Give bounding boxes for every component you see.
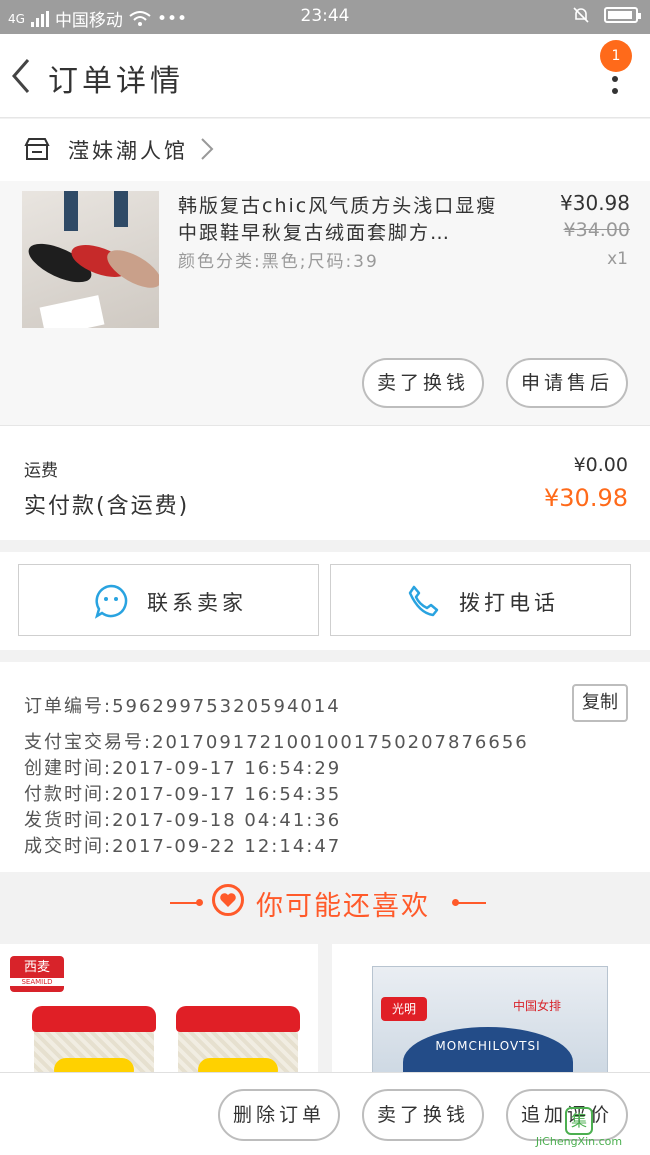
quantity: x1 [607,249,628,269]
product-thumbnail[interactable] [22,191,159,328]
call-phone-button[interactable]: 拨打电话 [330,564,631,636]
heart-icon [212,884,244,916]
order-number[interactable]: 订单编号:59629975320594014 [24,692,341,718]
paid-value: ¥30.98 [544,484,628,512]
after-sales-button[interactable]: 申请售后 [506,358,628,408]
phone-icon [408,585,439,617]
shipping-label: 运费 [24,461,58,481]
page-title: 订单详情 [48,64,184,99]
divider-right [458,902,486,904]
contact-section: 联系卖家 拨打电话 [0,552,650,650]
shop-name: 滢妹潮人馆 [68,139,188,163]
clock: 23:44 [300,6,350,26]
brand-sub: SEAMILD [10,978,64,986]
paid-label: 实付款(含运费) [24,494,190,519]
product-title[interactable]: 韩版复古chic风气质方头浅口显瘦中跟鞋早秋复古绒面套脚方… [178,193,508,247]
contact-seller-label: 联系卖家 [147,591,247,615]
brand-logo: 西麦 SEAMILD [10,956,64,992]
order-info: 订单编号:59629975320594014 复制 支付宝交易号:2017091… [0,662,650,872]
call-phone-label: 拨打电话 [459,591,559,615]
battery-icon [604,7,641,23]
watermark: 集 JiChengXin.com [514,1107,644,1151]
recommend-card[interactable]: 光明 中国女排 MOMCHILOVTSI [332,944,650,1084]
mute-bell-icon [573,7,589,23]
delete-order-button[interactable]: 删除订单 [218,1089,340,1141]
completed-time: 成交时间:2017-09-22 12:14:47 [24,836,342,857]
shop-row[interactable]: 滢妹潮人馆 [0,119,650,181]
paid-time: 付款时间:2017-09-17 16:54:35 [24,784,342,805]
chat-bubble-icon [94,584,128,619]
brand-name: 光明 [381,997,427,1021]
shipped-time: 发货时间:2017-09-18 04:41:36 [24,810,342,831]
product-spec: 颜色分类:黑色;尺码:39 [178,252,379,272]
payment-summary: 运费 ¥0.00 实付款(含运费) ¥30.98 [0,425,650,540]
unit-price: ¥30.98 [560,191,630,215]
copy-button[interactable]: 复制 [572,684,628,722]
brand-sub: 中国女排 [513,999,562,1013]
resell-button-bottom[interactable]: 卖了换钱 [362,1089,484,1141]
chevron-right-icon [201,138,214,160]
product-image: 光明 中国女排 MOMCHILOVTSI [372,966,608,1084]
shipping-value: ¥0.00 [573,454,628,476]
notification-badge: 1 [600,40,632,72]
recommend-header: 你可能还喜欢 [0,872,650,934]
resell-button[interactable]: 卖了换钱 [362,358,484,408]
shoes-image [28,191,159,328]
back-arrow-icon[interactable] [10,58,32,94]
watermark-text: JiChengXin.com [535,1135,623,1148]
nav-bar: 订单详情 1 [0,34,650,118]
watermark-icon: 集 [565,1107,593,1135]
alipay-number: 支付宝交易号:2017091721001001750207876656 [24,732,529,753]
created-time: 创建时间:2017-09-17 16:54:29 [24,758,342,779]
recommend-card[interactable]: 西麦 SEAMILD [0,944,318,1084]
divider-left [170,902,198,904]
status-bar: 4G 中国移动 ••• 23:44 [0,0,650,34]
store-icon [24,138,50,160]
contact-seller-button[interactable]: 联系卖家 [18,564,319,636]
divider-dot-left [196,899,203,906]
bottom-action-bar: 删除订单 卖了换钱 追加评价 集 JiChengXin.com [0,1072,650,1155]
brand-name: 西麦 [23,960,50,975]
recommend-title: 你可能还喜欢 [256,891,430,922]
order-item[interactable]: 韩版复古chic风气质方头浅口显瘦中跟鞋早秋复古绒面套脚方… 颜色分类:黑色;尺… [0,181,650,425]
original-price: ¥34.00 [563,219,630,241]
